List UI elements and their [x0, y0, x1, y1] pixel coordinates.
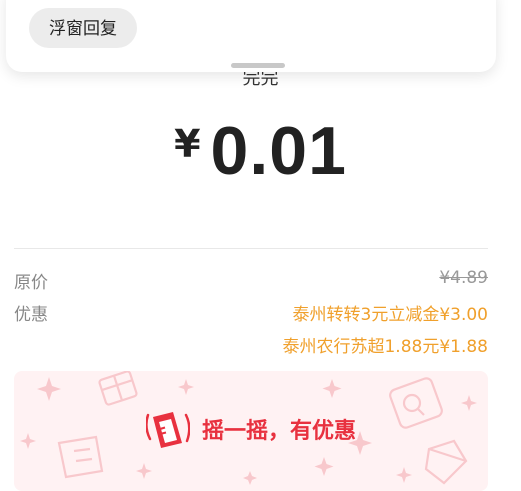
- payment-amount: ¥0.01: [0, 112, 521, 190]
- floating-notification: 浮窗回复: [6, 0, 496, 72]
- amount-value: 0.01: [210, 113, 347, 189]
- shake-promo-banner[interactable]: 摇一摇，有优惠: [14, 371, 488, 491]
- shake-promo-content: 摇一摇，有优惠: [14, 407, 488, 451]
- discount-item: 泰州农行苏超1.88元¥1.88: [282, 337, 488, 357]
- discount-item: 泰州转转3元立减金¥3.00: [292, 305, 488, 325]
- currency-symbol: ¥: [174, 122, 201, 166]
- shake-phone-icon: [145, 412, 190, 448]
- divider: [14, 248, 488, 249]
- original-price-label: 原价: [14, 273, 48, 293]
- original-price-value: ¥4.89: [439, 268, 488, 288]
- drag-handle[interactable]: [231, 63, 285, 68]
- float-reply-button[interactable]: 浮窗回复: [29, 8, 137, 48]
- shake-promo-text: 摇一摇，有优惠: [201, 419, 356, 444]
- discount-label: 优惠: [14, 305, 48, 325]
